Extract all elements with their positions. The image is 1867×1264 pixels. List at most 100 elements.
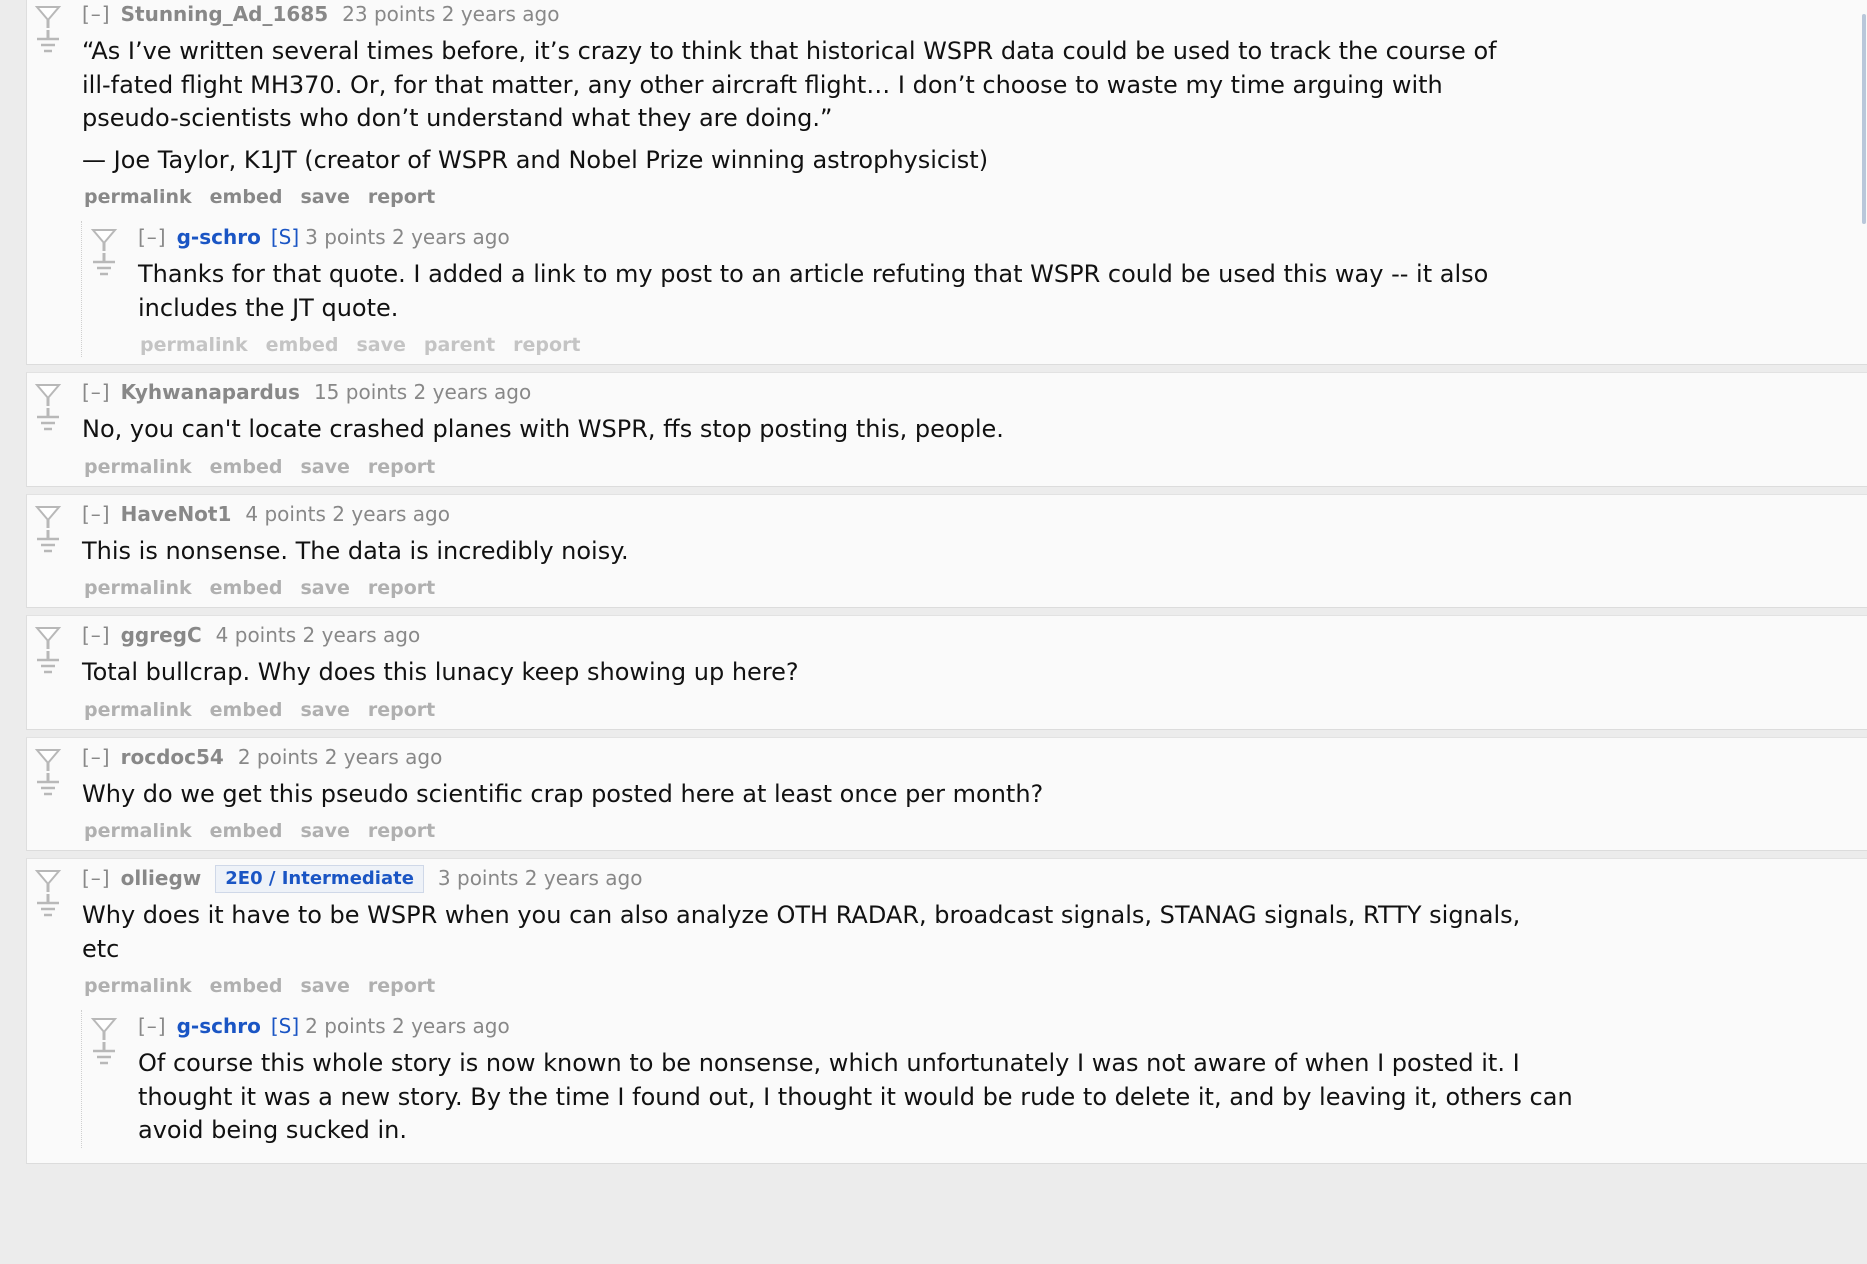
report-button[interactable]: report xyxy=(513,334,580,356)
comment-body: “As I’ve written several times before, i… xyxy=(82,35,1532,177)
comment-actions: permalink embed save report xyxy=(82,698,1867,722)
submitter-badge: [S] xyxy=(270,225,300,249)
upvote-arrow-icon[interactable] xyxy=(89,227,119,253)
downvote-arrow-icon[interactable] xyxy=(89,1042,119,1070)
comment: [–] olliegw 2E0 / Intermediate 3 points 2 y… xyxy=(27,864,1867,998)
comment-paragraph: Total bullcrap. Why does this lunacy kee… xyxy=(82,658,799,686)
permalink-button[interactable]: permalink xyxy=(84,820,192,842)
save-button[interactable]: save xyxy=(300,699,349,721)
collapse-toggle[interactable]: [–] xyxy=(82,502,111,526)
comment-author[interactable]: ggregC xyxy=(121,623,202,647)
embed-button[interactable]: embed xyxy=(210,456,283,478)
upvote-arrow-icon[interactable] xyxy=(33,504,63,530)
comment-author[interactable]: Kyhwanapardus xyxy=(121,380,300,404)
report-button[interactable]: report xyxy=(368,699,435,721)
save-button[interactable]: save xyxy=(356,334,405,356)
comment-score: 3 points xyxy=(305,225,386,249)
downvote-arrow-icon[interactable] xyxy=(33,772,63,801)
upvote-arrow-icon[interactable] xyxy=(33,747,63,773)
embed-button[interactable]: embed xyxy=(210,699,283,721)
report-button[interactable]: report xyxy=(368,975,435,997)
comment-body: Why does it have to be WSPR when you can… xyxy=(82,899,1532,966)
upvote-arrow-icon[interactable] xyxy=(33,868,63,894)
comment-thread: [–] Kyhwanapardus 15 points 2 years ago No,… xyxy=(26,372,1867,487)
downvote-arrow-icon[interactable] xyxy=(33,408,63,436)
collapse-toggle[interactable]: [–] xyxy=(82,745,111,769)
submitter-badge: [S] xyxy=(270,1014,300,1038)
collapse-toggle[interactable]: [–] xyxy=(82,2,111,26)
permalink-button[interactable]: permalink xyxy=(84,577,192,599)
vote-arrows xyxy=(89,227,119,283)
comment-tagline: [–] Stunning_Ad_1685 23 points 2 years ago xyxy=(82,0,1867,28)
embed-button[interactable]: embed xyxy=(210,577,283,599)
comment-actions: permalink embed save report xyxy=(82,576,1867,600)
comment-thread: [–] Stunning_Ad_1685 23 points 2 years ago… xyxy=(26,0,1867,365)
vote-arrows xyxy=(33,504,63,560)
report-button[interactable]: report xyxy=(368,577,435,599)
comment-tagline: [–] ggregC 4 points 2 years ago xyxy=(82,621,1867,649)
parent-button[interactable]: parent xyxy=(424,334,495,356)
upvote-arrow-icon[interactable] xyxy=(33,625,63,651)
comment-time: 2 years ago xyxy=(392,225,510,249)
comment-time: 2 years ago xyxy=(524,866,643,890)
upvote-arrow-icon[interactable] xyxy=(33,382,63,408)
collapse-toggle[interactable]: [–] xyxy=(82,380,111,404)
comment-tagline: [–] rocdoc54 2 points 2 years ago xyxy=(82,743,1867,771)
collapse-toggle[interactable]: [–] xyxy=(82,623,111,647)
scrollbar[interactable] xyxy=(1861,0,1867,1264)
comment-time: 2 years ago xyxy=(441,2,560,26)
comment-time: 2 years ago xyxy=(413,380,532,404)
comment-tagline: [–] Kyhwanapardus 15 points 2 years ago xyxy=(82,378,1867,406)
permalink-button[interactable]: permalink xyxy=(84,975,192,997)
comment-actions: permalink embed save report xyxy=(82,974,1867,998)
comment-score: 23 points xyxy=(342,2,436,26)
save-button[interactable]: save xyxy=(300,577,349,599)
downvote-arrow-icon[interactable] xyxy=(33,894,63,922)
comment-actions: permalink embed save report xyxy=(82,819,1867,843)
comment: [–] HaveNot1 4 points 2 years ago This is n… xyxy=(27,500,1867,601)
comment-score: 4 points xyxy=(215,623,297,647)
collapse-toggle[interactable]: [–] xyxy=(82,866,111,890)
downvote-arrow-icon[interactable] xyxy=(33,529,63,558)
embed-button[interactable]: embed xyxy=(266,334,339,356)
report-button[interactable]: report xyxy=(368,186,435,208)
collapse-toggle[interactable]: [–] xyxy=(138,225,167,249)
report-button[interactable]: report xyxy=(368,456,435,478)
comment-author[interactable]: HaveNot1 xyxy=(121,502,232,526)
save-button[interactable]: save xyxy=(300,456,349,478)
upvote-arrow-icon[interactable] xyxy=(89,1016,119,1042)
embed-button[interactable]: embed xyxy=(210,186,283,208)
comment-score: 3 points xyxy=(437,866,519,890)
vote-arrows xyxy=(33,625,63,681)
downvote-arrow-icon[interactable] xyxy=(33,651,63,679)
comment-replies: [–] g-schro [S] 3 points 2 years ago Thanks … xyxy=(81,221,1867,357)
permalink-button[interactable]: permalink xyxy=(84,699,192,721)
save-button[interactable]: save xyxy=(300,820,349,842)
downvote-arrow-icon[interactable] xyxy=(33,30,63,58)
comment-author[interactable]: olliegw xyxy=(121,866,202,890)
save-button[interactable]: save xyxy=(300,975,349,997)
vote-arrows xyxy=(89,1016,119,1072)
scrollbar-thumb[interactable] xyxy=(1862,14,1866,224)
save-button[interactable]: save xyxy=(300,186,349,208)
comment-paragraph: “As I’ve written several times before, i… xyxy=(82,37,1497,132)
comment-time: 2 years ago xyxy=(302,623,421,647)
comment-author[interactable]: rocdoc54 xyxy=(121,745,224,769)
comment-tagline: [–] g-schro [S] 2 points 2 years ago xyxy=(138,1012,1867,1040)
report-button[interactable]: report xyxy=(368,820,435,842)
comment-author[interactable]: g-schro xyxy=(177,225,261,249)
permalink-button[interactable]: permalink xyxy=(84,186,192,208)
downvote-arrow-icon[interactable] xyxy=(89,253,119,281)
embed-button[interactable]: embed xyxy=(210,975,283,997)
comment-author[interactable]: g-schro xyxy=(177,1014,261,1038)
collapse-toggle[interactable]: [–] xyxy=(138,1014,167,1038)
comment-author[interactable]: Stunning_Ad_1685 xyxy=(121,2,329,26)
comment-tagline: [–] HaveNot1 4 points 2 years ago xyxy=(82,500,1867,528)
permalink-button[interactable]: permalink xyxy=(84,456,192,478)
vote-arrows xyxy=(33,4,63,60)
comment-body: This is nonsense. The data is incredibly… xyxy=(82,535,1532,569)
embed-button[interactable]: embed xyxy=(210,820,283,842)
comment-score: 15 points xyxy=(313,380,408,404)
upvote-arrow-icon[interactable] xyxy=(33,4,63,30)
permalink-button[interactable]: permalink xyxy=(140,334,248,356)
